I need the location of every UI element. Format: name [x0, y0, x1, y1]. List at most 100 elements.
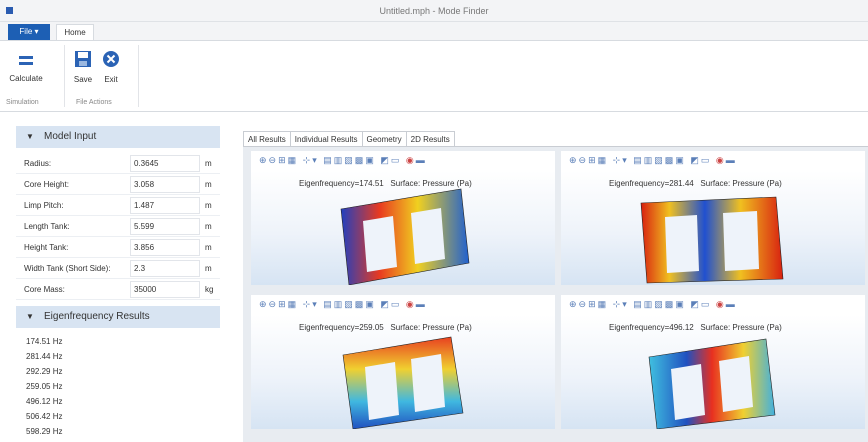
input-field[interactable]: 3.058: [130, 176, 200, 193]
input-unit: m: [205, 222, 212, 231]
display-icon[interactable]: ◩: [690, 155, 701, 165]
mesh-icon[interactable]: ▣: [365, 299, 376, 309]
zoom-out-icon[interactable]: ⊖: [269, 299, 279, 309]
view-yz-icon[interactable]: ▥: [644, 155, 655, 165]
print-icon[interactable]: ▬: [726, 155, 737, 165]
window-icon[interactable]: ▭: [391, 299, 402, 309]
input-unit: m: [205, 201, 212, 210]
window-icon[interactable]: ▭: [701, 155, 712, 165]
mode-shape-plot: [648, 338, 776, 429]
view-zx-icon[interactable]: ▧: [344, 299, 355, 309]
view-yz-icon[interactable]: ▥: [644, 299, 655, 309]
display-icon[interactable]: ◩: [380, 299, 391, 309]
file-menu-button[interactable]: File ▾: [8, 24, 50, 40]
eigen-result-item: 174.51 Hz: [26, 337, 63, 346]
grid-icon[interactable]: ▦: [598, 155, 609, 165]
mesh-icon[interactable]: ▣: [675, 155, 686, 165]
tab-all-results[interactable]: All Results: [243, 131, 291, 147]
view-xy-icon[interactable]: ▤: [633, 155, 644, 165]
camera-icon[interactable]: ◉: [406, 155, 416, 165]
print-icon[interactable]: ▬: [416, 299, 427, 309]
close-icon: [103, 51, 119, 67]
mesh-icon[interactable]: ▣: [675, 299, 686, 309]
tab-2d-results[interactable]: 2D Results: [405, 131, 455, 147]
surface-label: Surface: Pressure (Pa): [390, 179, 472, 188]
input-field[interactable]: 35000: [130, 281, 200, 298]
eigen-result-item: 496.12 Hz: [26, 397, 63, 406]
model-input-list: Radius: 0.3645 m Core Height: 3.058 m Limp Pit…: [16, 153, 220, 300]
render-icon[interactable]: ▩: [355, 299, 366, 309]
axis-icon[interactable]: ⊹▾: [613, 299, 629, 309]
view-zx-icon[interactable]: ▧: [654, 299, 665, 309]
model-input-header[interactable]: ▼ Model Input: [16, 126, 220, 148]
input-label: Height Tank:: [24, 243, 69, 252]
camera-icon[interactable]: ◉: [716, 155, 726, 165]
input-field[interactable]: 0.3645: [130, 155, 200, 172]
render-icon[interactable]: ▩: [665, 299, 676, 309]
view-yz-icon[interactable]: ▥: [334, 299, 345, 309]
display-icon[interactable]: ◩: [690, 299, 701, 309]
input-field[interactable]: 2.3: [130, 260, 200, 277]
zoom-box-icon[interactable]: ⊞: [588, 155, 598, 165]
display-icon[interactable]: ◩: [380, 155, 391, 165]
zoom-out-icon[interactable]: ⊖: [269, 155, 279, 165]
zoom-in-icon[interactable]: ⊕: [569, 299, 579, 309]
input-row: Length Tank: 5.599 m: [16, 216, 220, 237]
ribbon: Calculate Save Exit Simulation File Acti…: [0, 40, 868, 112]
exit-button[interactable]: Exit: [98, 50, 124, 84]
grid-icon[interactable]: ▦: [288, 155, 299, 165]
render-icon[interactable]: ▩: [355, 155, 366, 165]
render-icon[interactable]: ▩: [665, 155, 676, 165]
plot-canvas[interactable]: Eigenfrequency=496.12 Surface: Pressure …: [561, 315, 865, 429]
axis-icon[interactable]: ⊹▾: [303, 155, 319, 165]
window-icon[interactable]: ▭: [701, 299, 712, 309]
plot-canvas[interactable]: Eigenfrequency=281.44 Surface: Pressure …: [561, 171, 865, 285]
view-zx-icon[interactable]: ▧: [654, 155, 665, 165]
zoom-box-icon[interactable]: ⊞: [278, 155, 288, 165]
camera-icon[interactable]: ◉: [406, 299, 416, 309]
zoom-out-icon[interactable]: ⊖: [579, 155, 589, 165]
input-label: Radius:: [24, 159, 52, 168]
plot-canvas[interactable]: Eigenfrequency=259.05 Surface: Pressure …: [251, 315, 555, 429]
eigenfrequency-label: Eigenfrequency=259.05: [299, 323, 384, 332]
tab-geometry[interactable]: Geometry: [361, 131, 407, 147]
axis-icon[interactable]: ⊹▾: [303, 299, 319, 309]
camera-icon[interactable]: ◉: [716, 299, 726, 309]
tab-home[interactable]: Home: [56, 24, 94, 41]
eigenfrequency-label: Eigenfrequency=174.51: [299, 179, 384, 188]
calculate-button[interactable]: Calculate: [6, 53, 46, 83]
tab-individual-results[interactable]: Individual Results: [289, 131, 363, 147]
view-xy-icon[interactable]: ▤: [633, 299, 644, 309]
input-field[interactable]: 1.487: [130, 197, 200, 214]
axis-icon[interactable]: ⊹▾: [613, 155, 629, 165]
window-icon[interactable]: ▭: [391, 155, 402, 165]
left-panel: ▼ Model Input Radius: 0.3645 m Core Height: 3…: [16, 126, 220, 442]
plot-toolbar: ⊕⊖⊞▦ ⊹▾ ▤▥▧▩▣ ◩▭ ◉▬: [259, 155, 427, 166]
zoom-box-icon[interactable]: ⊞: [278, 299, 288, 309]
input-field[interactable]: 3.856: [130, 239, 200, 256]
plot-canvas[interactable]: Eigenfrequency=174.51 Surface: Pressure …: [251, 171, 555, 285]
eigen-result-item: 281.44 Hz: [26, 352, 63, 361]
save-button[interactable]: Save: [70, 50, 96, 84]
mesh-icon[interactable]: ▣: [365, 155, 376, 165]
print-icon[interactable]: ▬: [726, 299, 737, 309]
input-unit: m: [205, 180, 212, 189]
zoom-in-icon[interactable]: ⊕: [569, 155, 579, 165]
view-yz-icon[interactable]: ▥: [334, 155, 345, 165]
chevron-down-icon: ▼: [26, 132, 34, 141]
zoom-in-icon[interactable]: ⊕: [259, 299, 269, 309]
zoom-box-icon[interactable]: ⊞: [588, 299, 598, 309]
view-xy-icon[interactable]: ▤: [323, 299, 334, 309]
eigen-results-header[interactable]: ▼ Eigenfrequency Results: [16, 306, 220, 328]
zoom-out-icon[interactable]: ⊖: [579, 299, 589, 309]
view-xy-icon[interactable]: ▤: [323, 155, 334, 165]
grid-icon[interactable]: ▦: [598, 299, 609, 309]
grid-icon[interactable]: ▦: [288, 299, 299, 309]
result-plot-panel: ⊕⊖⊞▦ ⊹▾ ▤▥▧▩▣ ◩▭ ◉▬ Eigenfrequency=496.12…: [561, 295, 865, 429]
print-icon[interactable]: ▬: [416, 155, 427, 165]
eigen-result-item: 292.29 Hz: [26, 367, 63, 376]
view-zx-icon[interactable]: ▧: [344, 155, 355, 165]
zoom-in-icon[interactable]: ⊕: [259, 155, 269, 165]
input-field[interactable]: 5.599: [130, 218, 200, 235]
input-unit: m: [205, 264, 212, 273]
